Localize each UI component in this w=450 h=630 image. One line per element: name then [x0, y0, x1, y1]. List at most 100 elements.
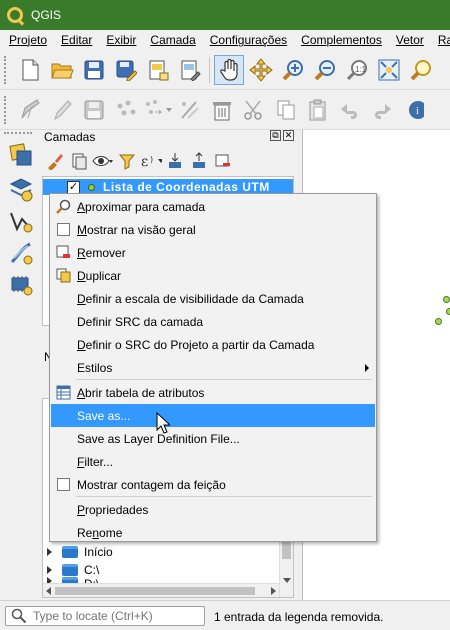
checkbox-icon[interactable]	[57, 223, 70, 236]
filter-expression-button[interactable]: ε)	[140, 150, 162, 172]
add-feature-button[interactable]	[111, 95, 141, 125]
horizontal-scrollbar[interactable]	[43, 583, 279, 597]
zoom-native-button[interactable]: 1:1	[342, 55, 372, 85]
scrollbar-thumb[interactable]	[55, 587, 255, 595]
collapse-all-button[interactable]	[188, 150, 210, 172]
redo-button[interactable]	[367, 95, 397, 125]
menu-item-styles[interactable]: Estilos	[51, 356, 375, 379]
zoom-full-button[interactable]	[374, 55, 404, 85]
menu-item-set-project-crs[interactable]: Definir o SRC do Projeto a partir da Cam…	[51, 333, 375, 356]
modify-attributes-button[interactable]	[175, 95, 205, 125]
filter-legend-icon	[118, 154, 136, 170]
menu-item-show-feature-count[interactable]: Mostrar contagem da feição	[51, 473, 375, 496]
toolbar-grip[interactable]	[4, 55, 10, 84]
menu-item-filter[interactable]: Filter...	[51, 450, 375, 473]
zoom-in-button[interactable]	[278, 55, 308, 85]
menu-item-remove[interactable]: Remover	[51, 241, 375, 264]
filter-legend-button[interactable]	[116, 150, 138, 172]
locator-bar[interactable]	[5, 606, 205, 626]
scroll-down-arrow[interactable]	[283, 578, 291, 583]
add-vector-layer-button[interactable]	[6, 174, 36, 204]
add-delimited-text-button[interactable]	[6, 238, 36, 268]
zoom-native-icon: 1:1	[346, 59, 367, 80]
browser-item-label: Início	[84, 545, 113, 559]
vertex-tool-icon	[146, 99, 172, 114]
toolbar-grip[interactable]	[4, 95, 10, 124]
menu-complementos[interactable]: Complementos	[292, 33, 387, 47]
remove-layer-button[interactable]	[212, 150, 234, 172]
menu-raster[interactable]: Raster	[429, 33, 450, 47]
panel-buttons: ⧉ ✕	[270, 130, 294, 141]
menu-editar[interactable]: Editar	[52, 33, 97, 47]
svg-text:i: i	[416, 106, 419, 117]
save-as-button[interactable]	[111, 55, 141, 85]
menu-item-open-attribute-table[interactable]: Abrir tabela de atributos	[51, 381, 375, 404]
expand-all-button[interactable]	[164, 150, 186, 172]
pan-map-button[interactable]	[214, 54, 244, 85]
menu-item-rename[interactable]: Renome	[51, 521, 375, 544]
expand-arrow-icon[interactable]	[47, 566, 52, 574]
modify-attributes-icon	[181, 100, 199, 119]
save-project-button[interactable]	[79, 55, 109, 85]
expand-arrow-icon[interactable]	[47, 548, 52, 556]
checkbox-icon[interactable]	[57, 478, 70, 491]
menu-exibir[interactable]: Exibir	[97, 33, 141, 47]
add-group-button[interactable]	[68, 150, 90, 172]
cut-features-button[interactable]	[239, 95, 269, 125]
add-feature-icon	[117, 100, 136, 115]
menu-vetor[interactable]: Vetor	[387, 33, 429, 47]
delete-selected-button[interactable]	[207, 95, 237, 125]
undo-button[interactable]	[335, 95, 365, 125]
new-project-button[interactable]	[15, 55, 45, 85]
data-source-manager-button[interactable]	[6, 140, 36, 170]
float-panel-button[interactable]: ⧉	[270, 130, 281, 141]
current-edits-button[interactable]	[15, 95, 45, 125]
browser-item[interactable]: Início	[47, 543, 113, 561]
expand-all-icon	[169, 153, 181, 168]
menu-projeto[interactable]: Projeto	[0, 33, 52, 47]
scroll-left-arrow[interactable]	[46, 587, 51, 595]
menu-item-set-scale-visibility[interactable]: Definir a escala de visibilidade da Cama…	[51, 287, 375, 310]
identify-button[interactable]: i	[399, 95, 429, 125]
menu-item-label: Definir o SRC do Projeto a partir da Cam…	[77, 337, 315, 352]
window-title: QGIS	[31, 8, 62, 22]
copy-features-button[interactable]	[271, 95, 301, 125]
menu-item-properties[interactable]: Propriedades	[51, 498, 375, 521]
layout-manager-button[interactable]	[175, 55, 205, 85]
menu-item-zoom-to-layer[interactable]: Aproximar para camada	[51, 195, 375, 218]
collapse-all-icon	[193, 152, 205, 168]
zoom-to-selection-button[interactable]	[406, 55, 436, 85]
scroll-right-arrow[interactable]	[271, 587, 276, 595]
menu-camada[interactable]: Camada	[141, 33, 200, 47]
menu-item-save-layer-definition[interactable]: Save as Layer Definition File...	[51, 427, 375, 450]
menu-item-show-in-overview[interactable]: Mostrar na visão geral	[51, 218, 375, 241]
manage-visibility-button[interactable]	[92, 150, 114, 172]
menu-item-set-layer-crs[interactable]: Definir SRC da camada	[51, 310, 375, 333]
save-edits-button[interactable]	[79, 95, 109, 125]
add-virtual-layer-button[interactable]	[6, 270, 36, 300]
layer-visibility-checkbox[interactable]: ✓	[67, 180, 80, 194]
digitize-button[interactable]	[6, 206, 36, 236]
zoom-full-icon	[378, 59, 400, 80]
new-print-layout-button[interactable]	[143, 55, 173, 85]
vertex-tool-button[interactable]	[143, 95, 173, 125]
menu-item-save-as[interactable]: Save as...	[51, 404, 375, 427]
layer-name: Lista de Coordenadas UTM	[103, 180, 270, 194]
browser-item-label: C:\	[84, 563, 100, 577]
copy-features-icon	[277, 100, 295, 119]
zoom-out-button[interactable]	[310, 55, 340, 85]
paste-features-icon	[309, 99, 326, 120]
toggle-editing-icon	[54, 99, 72, 120]
toolbar-grip[interactable]	[4, 132, 32, 138]
menu-item-duplicate[interactable]: Duplicar	[51, 264, 375, 287]
menu-item-label: Mostrar na visão geral	[77, 222, 196, 237]
menu-configuracoes[interactable]: Configurações	[201, 33, 292, 47]
paste-features-button[interactable]	[303, 95, 333, 125]
open-project-button[interactable]	[47, 55, 77, 85]
locator-input[interactable]	[33, 609, 203, 623]
toggle-editing-button[interactable]	[47, 95, 77, 125]
close-panel-button[interactable]: ✕	[283, 130, 294, 141]
style-layer-button[interactable]	[44, 150, 66, 172]
svg-text:): )	[150, 155, 153, 164]
pan-to-selection-button[interactable]	[246, 55, 276, 85]
